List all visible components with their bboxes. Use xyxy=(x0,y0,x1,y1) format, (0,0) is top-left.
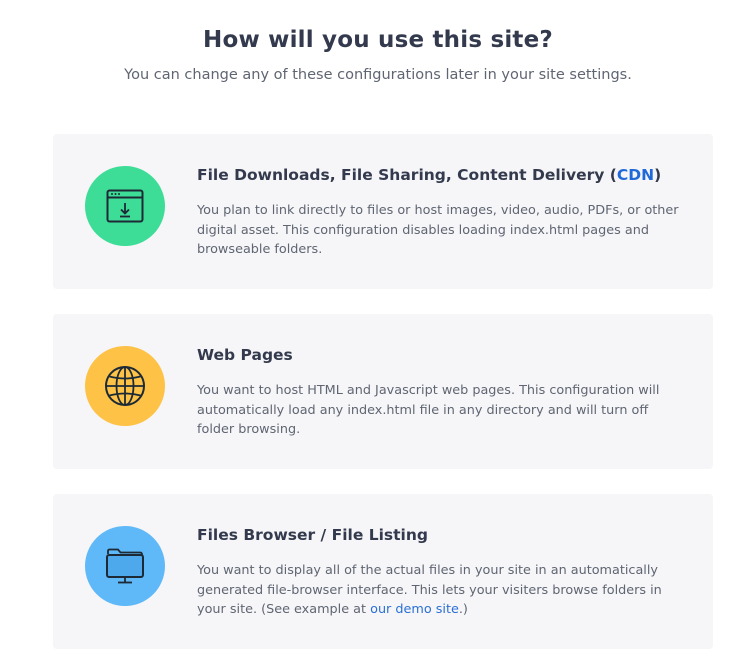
option-card-web-pages[interactable]: Web Pages You want to host HTML and Java… xyxy=(53,314,713,469)
usage-options-list: File Downloads, File Sharing, Content De… xyxy=(53,134,713,649)
page-title: How will you use this site? xyxy=(203,27,553,53)
demo-site-link[interactable]: our demo site xyxy=(370,602,459,617)
option-card-file-downloads[interactable]: File Downloads, File Sharing, Content De… xyxy=(53,134,713,289)
option-card-files-browser[interactable]: Files Browser / File Listing You want to… xyxy=(53,494,713,649)
option-icon-circle xyxy=(85,166,165,246)
option-description: You plan to link directly to files or ho… xyxy=(197,203,679,257)
globe-icon xyxy=(103,364,147,408)
option-icon-circle xyxy=(85,526,165,606)
option-description: You want to display all of the actual fi… xyxy=(197,561,683,620)
option-title: File Downloads, File Sharing, Content De… xyxy=(197,163,689,187)
option-title: Files Browser / File Listing xyxy=(197,526,429,544)
cdn-link[interactable]: CDN xyxy=(617,166,654,184)
folder-monitor-icon xyxy=(105,546,145,586)
option-title-suffix: ) xyxy=(654,166,662,184)
page-subtitle: You can change any of these configuratio… xyxy=(124,67,632,83)
option-icon-circle xyxy=(85,346,165,426)
option-title-text: File Downloads, File Sharing, Content De… xyxy=(197,166,617,184)
option-description-suffix: .) xyxy=(458,602,468,617)
page-header: How will you use this site? You can chan… xyxy=(0,0,756,85)
option-description: You want to host HTML and Javascript web… xyxy=(197,383,660,437)
download-window-icon xyxy=(106,189,144,223)
option-title: Web Pages xyxy=(197,346,293,364)
